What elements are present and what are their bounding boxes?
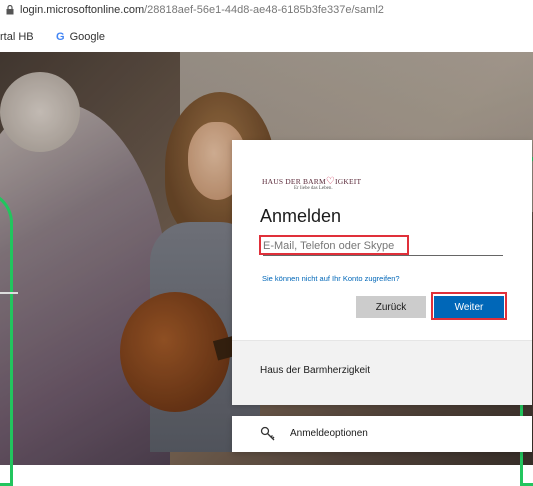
next-button[interactable]: Weiter [434,296,504,318]
url-text[interactable]: login.microsoftonline.com/28818aef-56e1-… [20,4,384,16]
bookmark-portal[interactable]: rtal HB [0,31,34,43]
card-footer: Haus der Barmherzigkeit [232,340,532,405]
green-bracket-left [0,190,13,486]
lock-icon [6,5,14,15]
login-card: HAUS DER BARM♡IGKEIT Er liebe das Leben.… [232,140,532,405]
back-button[interactable]: Zurück [356,296,426,318]
email-field[interactable] [263,239,407,253]
sign-in-options-label: Anmeldeoptionen [290,428,368,439]
email-field-underline [263,255,503,256]
google-icon: G [56,31,65,43]
divider-line [0,292,18,294]
key-icon [260,426,275,441]
org-tagline: Er liebe das Leben. [294,186,333,191]
address-bar[interactable]: login.microsoftonline.com/28818aef-56e1-… [0,0,533,23]
footer-text: Haus der Barmherzigkeit [260,365,371,376]
page-title: Anmelden [260,206,342,226]
bookmarks-bar: rtal HB G Google [0,22,533,52]
cant-access-link[interactable]: Sie können nicht auf Ihr Konto zugreifen… [262,274,400,283]
email-input-highlight [259,235,409,255]
sign-in-options[interactable]: Anmeldeoptionen [232,416,532,452]
bookmark-google[interactable]: G Google [56,31,105,43]
bookmark-google-label: Google [69,31,106,43]
